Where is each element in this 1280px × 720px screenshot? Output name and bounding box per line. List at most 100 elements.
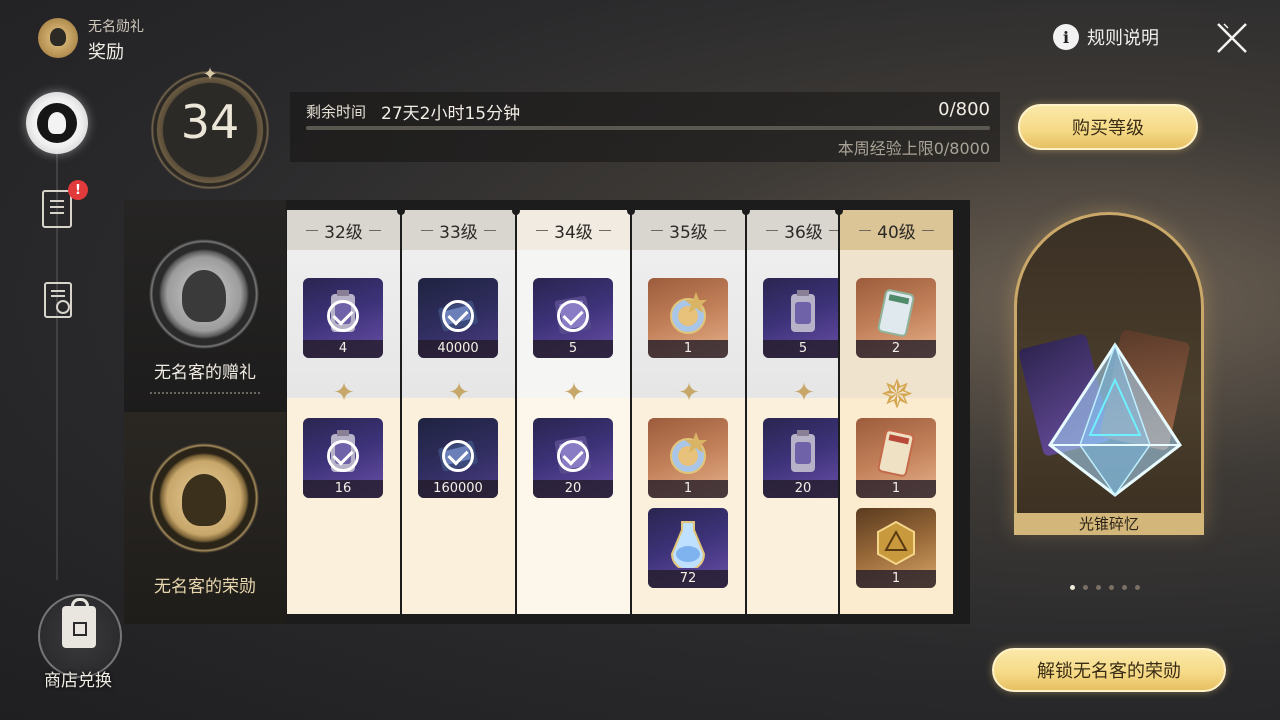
pass-emblem-icon (48, 112, 66, 134)
nav-preview-search-icon[interactable] (44, 282, 72, 318)
reward-count: 1 (856, 570, 936, 588)
special-pass-icon (877, 429, 915, 477)
featured-reward-caption: 光锥碎忆 (1014, 513, 1204, 535)
star-orb-icon (670, 432, 707, 474)
reward-count: 5 (763, 340, 843, 358)
showcase-page-dot[interactable] (1083, 585, 1088, 590)
column-separator (745, 210, 747, 614)
reward-count: 1 (648, 480, 728, 498)
level-label: 36级 (784, 222, 823, 243)
unlock-premium-label: 解锁无名客的荣勋 (1037, 661, 1181, 682)
showcase-pagination (1070, 585, 1140, 590)
level-column: 34级 ✦ 5 20 (517, 210, 630, 614)
exp-progress-track (306, 126, 990, 130)
level-column: 40级 ✵ 2 1 1 (840, 210, 953, 614)
showcase-page-dot[interactable] (1135, 585, 1140, 590)
track-divider (150, 392, 260, 394)
column-separator (838, 210, 840, 614)
paid-emblem-face (182, 474, 226, 526)
nav-missions-clipboard-icon[interactable] (42, 190, 72, 228)
reward-count: 2 (856, 340, 936, 358)
paid-reward-item[interactable]: 160000 (418, 418, 498, 498)
info-icon: i (1053, 24, 1079, 50)
claimed-check-icon (327, 300, 359, 332)
level-column: 32级 ✦ 4 16 (287, 210, 400, 614)
level-header: 33级 (402, 210, 515, 250)
paid-reward-item[interactable]: 20 (533, 418, 613, 498)
paid-reward-item[interactable]: 20 (763, 418, 843, 498)
rules-button[interactable]: i 规则说明 (1053, 24, 1159, 50)
column-notch (397, 207, 405, 215)
level-header: 40级 (840, 210, 953, 250)
level-column: 33级 ✦ 40000 160000 (402, 210, 515, 614)
free-reward-item[interactable]: 4 (303, 278, 383, 358)
claimed-check-icon (442, 440, 474, 472)
page-subtitle: 无名勋礼 (88, 19, 144, 35)
page-title: 奖励 (88, 42, 124, 63)
pass-ticket-icon (877, 289, 915, 337)
trace-material-icon (791, 430, 815, 472)
showcase-page-dot[interactable] (1096, 585, 1101, 590)
shopping-bag-icon (62, 598, 96, 648)
reward-count: 72 (648, 570, 728, 588)
free-reward-item[interactable]: 5 (533, 278, 613, 358)
reward-count: 1 (856, 480, 936, 498)
fuel-flask-icon (670, 521, 706, 568)
column-notch (742, 207, 750, 215)
free-track-label: 无名客的赠礼 (154, 363, 256, 383)
free-reward-item[interactable]: 40000 (418, 278, 498, 358)
free-reward-item[interactable]: 1 (648, 278, 728, 358)
column-separator (400, 210, 402, 614)
level-label: 34级 (554, 222, 593, 243)
track-divider-star-icon: ✦ (563, 378, 585, 408)
exp-value: 0/800 (938, 99, 990, 120)
free-reward-item[interactable]: 2 (856, 278, 936, 358)
reward-count: 5 (533, 340, 613, 358)
buy-level-label: 购买等级 (1072, 118, 1144, 139)
claimed-check-icon (557, 440, 589, 472)
current-level: 34 (180, 95, 240, 149)
paid-reward-item[interactable]: 1 (856, 418, 936, 498)
track-divider-star-icon: ✦ (793, 378, 815, 408)
level-label: 32级 (324, 222, 363, 243)
battle-pass-logo-icon (38, 18, 78, 58)
track-divider-star-icon: ✵ (880, 372, 914, 418)
shop-exchange-label: 商店兑换 (44, 671, 112, 691)
reward-count: 1 (648, 340, 728, 358)
claimed-check-icon (442, 300, 474, 332)
free-reward-item[interactable]: 5 (763, 278, 843, 358)
level-header: 35级 (632, 210, 745, 250)
light-cone-crystal-icon (1047, 342, 1183, 497)
level-header: 34级 (517, 210, 630, 250)
level-column: 35级 ✦ 1 1 72 (632, 210, 745, 614)
claimed-check-icon (327, 440, 359, 472)
star-orb-icon (670, 292, 707, 334)
level-label: 40级 (877, 222, 916, 243)
level-header: 32级 (287, 210, 400, 250)
buy-level-button[interactable]: 购买等级 (1018, 104, 1198, 150)
column-notch (627, 207, 635, 215)
showcase-page-dot[interactable] (1109, 585, 1114, 590)
paid-reward-item[interactable]: 72 (648, 508, 728, 588)
reward-count: 4 (303, 340, 383, 358)
weekly-exp-limit: 本周经验上限0/8000 (837, 139, 990, 158)
paid-reward-item[interactable]: 1 (856, 508, 936, 588)
showcase-page-dot[interactable] (1070, 585, 1075, 590)
paid-track-label: 无名客的荣勋 (154, 577, 256, 597)
remaining-time-value: 27天2小时15分钟 (381, 104, 521, 124)
track-divider-star-icon: ✦ (678, 378, 700, 408)
unlock-premium-button[interactable]: 解锁无名客的荣勋 (992, 648, 1226, 692)
paid-reward-item[interactable]: 16 (303, 418, 383, 498)
rules-label: 规则说明 (1087, 28, 1159, 49)
gold-cube-icon (877, 520, 915, 566)
level-star-icon: ✦ (202, 64, 218, 85)
reward-count: 16 (303, 480, 383, 498)
paid-reward-item[interactable]: 1 (648, 418, 728, 498)
nav-rewards-tab[interactable] (26, 92, 88, 154)
showcase-page-dot[interactable] (1122, 585, 1127, 590)
level-label: 33级 (439, 222, 478, 243)
remaining-time-label: 剩余时间 (306, 103, 367, 121)
reward-count: 20 (533, 480, 613, 498)
track-divider-star-icon: ✦ (333, 378, 355, 408)
close-icon[interactable] (1214, 20, 1250, 56)
